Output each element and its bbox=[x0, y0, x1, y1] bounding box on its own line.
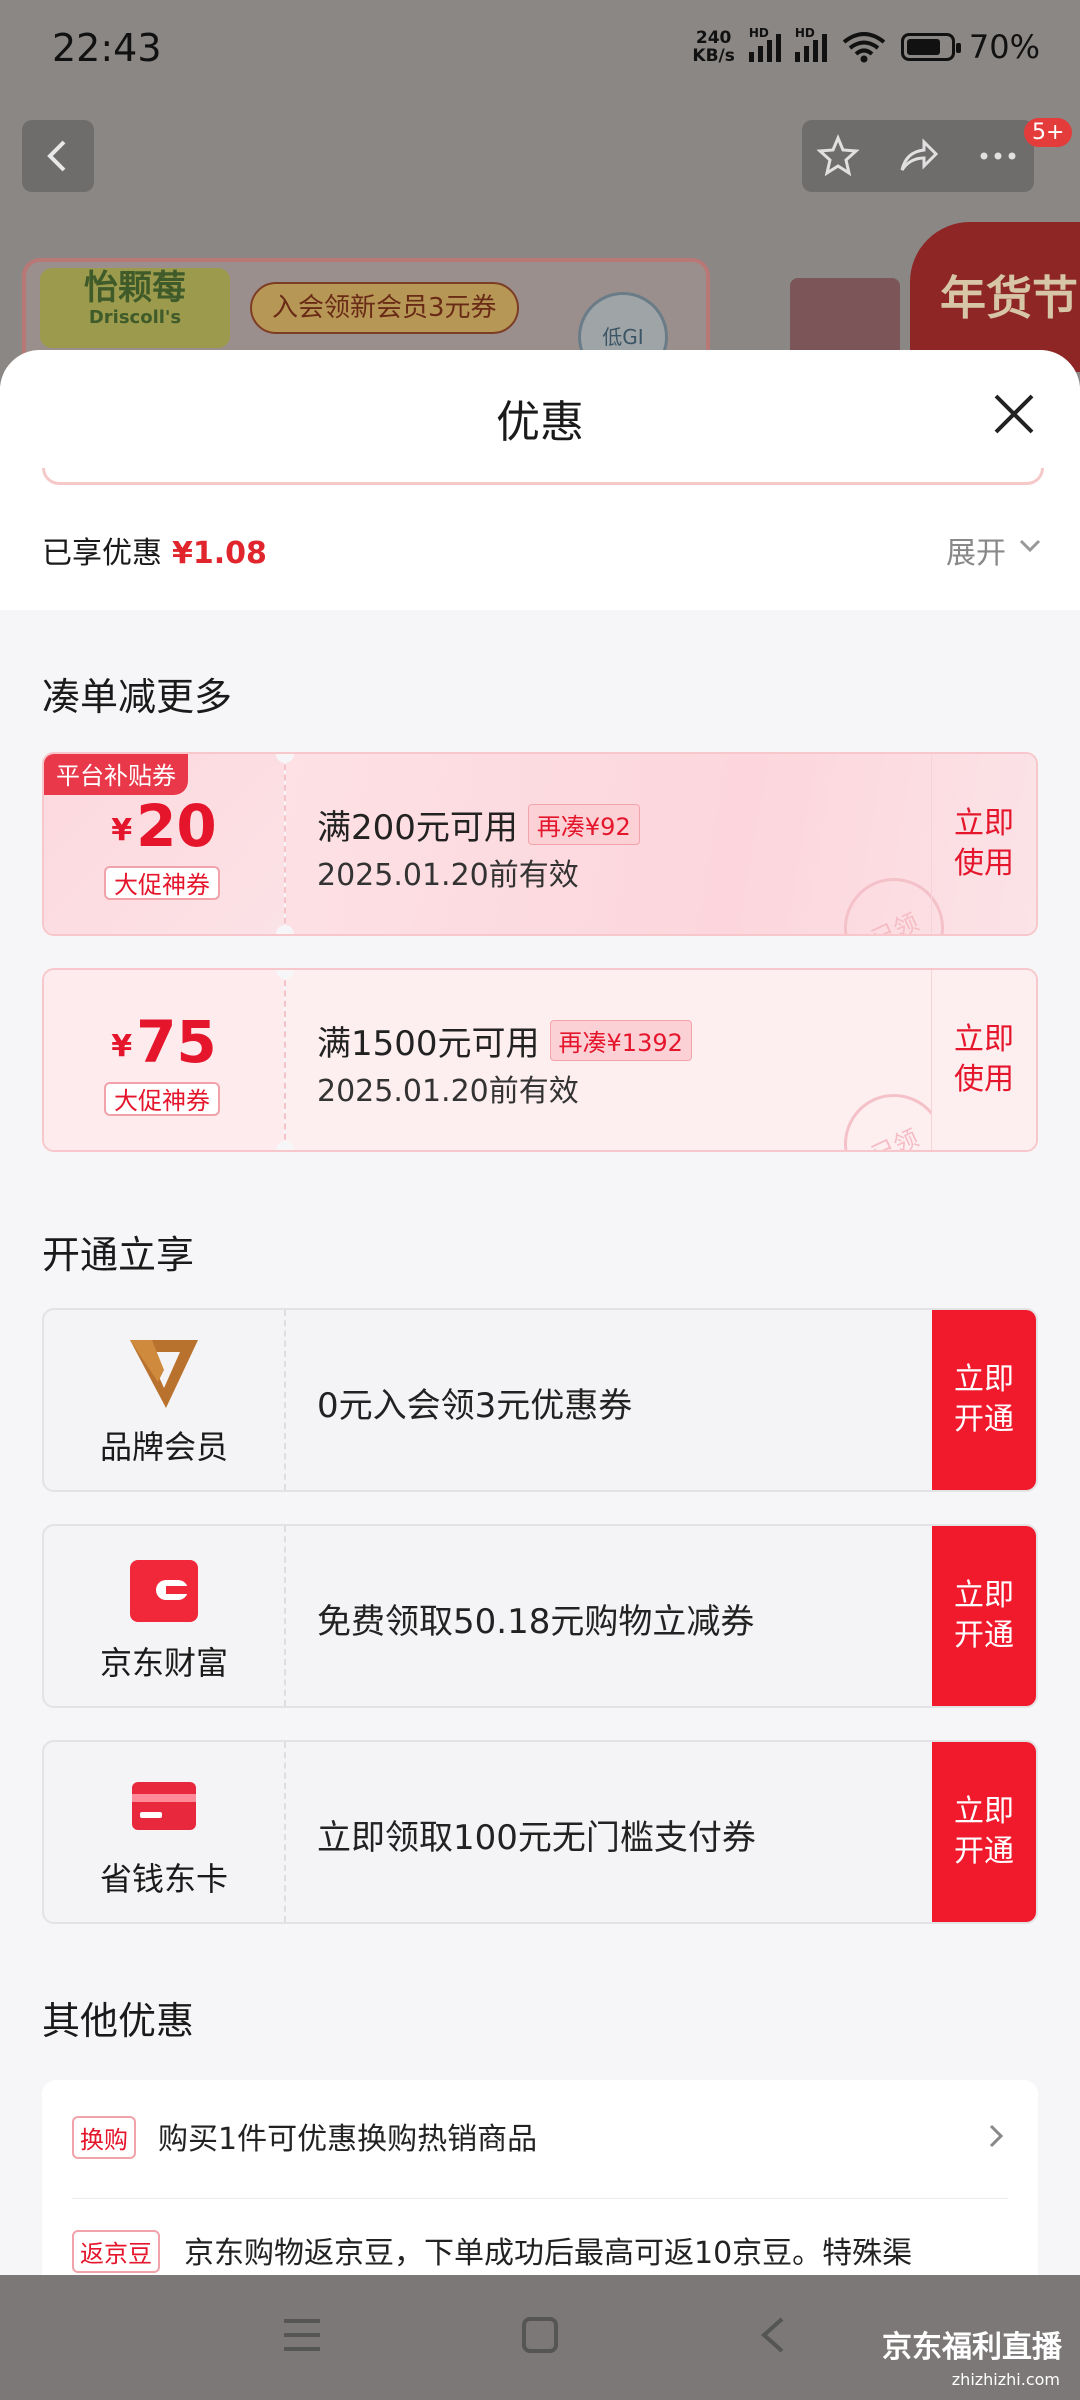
notification-badge: 5+ bbox=[1024, 118, 1073, 147]
discount-sheet: 优惠 已享优惠 ¥1.08 展开 凑单减更多 平台补贴券 ¥20 大促神券 满20… bbox=[0, 350, 1080, 2275]
use-now-button[interactable]: 立即使用 bbox=[931, 970, 1036, 1150]
coupon-condition: 满200元可用 再凑¥92 bbox=[317, 800, 640, 849]
chevron-down-icon[interactable] bbox=[1018, 538, 1042, 554]
open-card-desc: 立即领取100元无门槛支付券 bbox=[317, 1818, 756, 1858]
close-icon[interactable] bbox=[990, 390, 1038, 438]
open-now-button[interactable]: 立即开通 bbox=[932, 1526, 1036, 1706]
more-icon[interactable] bbox=[976, 134, 1020, 178]
chevron-left-icon bbox=[47, 140, 66, 172]
signal-icon-2: HD bbox=[794, 26, 827, 62]
watermark-site: zhizhizhi.com bbox=[951, 2370, 1060, 2389]
previous-card-edge bbox=[42, 468, 1044, 485]
coupon-card[interactable]: ¥75 大促神券 满1500元可用 再凑¥1392 2025.01.20前有效 已… bbox=[42, 968, 1038, 1152]
wifi-icon bbox=[842, 32, 886, 63]
platform-subsidy-tag: 平台补贴券 bbox=[44, 754, 188, 795]
offer-text[interactable]: 京东购物返京豆，下单成功后最高可返10京豆。特殊渠 bbox=[184, 2228, 912, 2272]
status-icons: 240 KB/s HD HD 70% bbox=[692, 26, 1040, 66]
signal-icon: HD bbox=[748, 26, 781, 62]
open-card-brand-member[interactable]: 品牌会员 0元入会领3元优惠券 立即开通 bbox=[42, 1308, 1038, 1492]
open-card-savings-card[interactable]: 省钱东卡 立即领取100元无门槛支付券 立即开通 bbox=[42, 1740, 1038, 1924]
offer-tag: 换购 bbox=[72, 2116, 136, 2159]
coupon-condition: 满1500元可用 再凑¥1392 bbox=[317, 1016, 692, 1065]
status-time: 22:43 bbox=[52, 26, 162, 70]
star-icon[interactable] bbox=[816, 134, 860, 178]
add-more-tag: 再凑¥1392 bbox=[549, 1020, 692, 1061]
open-card-jd-finance[interactable]: 京东财富 免费领取50.18元购物立减券 立即开通 bbox=[42, 1524, 1038, 1708]
share-icon[interactable] bbox=[896, 134, 940, 178]
saved-discount: 已享优惠 ¥1.08 bbox=[42, 536, 267, 571]
open-card-label: 京东财富 bbox=[99, 1644, 228, 1682]
home-square-icon[interactable] bbox=[520, 2315, 560, 2355]
top-action-bar bbox=[802, 120, 1034, 192]
coupon-amount: ¥20 bbox=[111, 792, 217, 860]
open-now-button[interactable]: 立即开通 bbox=[932, 1742, 1036, 1922]
open-card-label: 省钱东卡 bbox=[99, 1860, 228, 1898]
chevron-right-icon[interactable] bbox=[986, 2122, 1006, 2150]
promo-tag: 大促神券 bbox=[104, 866, 220, 900]
menu-icon[interactable] bbox=[282, 2317, 322, 2353]
back-triangle-icon[interactable] bbox=[758, 2315, 788, 2355]
add-more-tag: 再凑¥92 bbox=[527, 804, 640, 845]
offer-text[interactable]: 购买1件可优惠换购热销商品 bbox=[158, 2114, 537, 2158]
brand-member-v-icon bbox=[130, 1340, 198, 1408]
promo-tag: 大促神券 bbox=[104, 1082, 220, 1116]
saved-amount: ¥1.08 bbox=[172, 536, 267, 571]
sheet-title: 优惠 bbox=[496, 397, 584, 448]
shop-logo: 怡颗莓 Driscoll's bbox=[40, 268, 230, 348]
coupon-validity: 2025.01.20前有效 bbox=[317, 1074, 579, 1109]
coupon-amount: ¥75 bbox=[111, 1008, 217, 1076]
network-speed: 240 KB/s bbox=[692, 28, 735, 66]
section-title-combine: 凑单减更多 bbox=[42, 675, 233, 719]
open-now-button[interactable]: 立即开通 bbox=[932, 1310, 1036, 1490]
other-offers-card: 换购 购买1件可优惠换购热销商品 返京豆 京东购物返京豆，下单成功后最高可返10… bbox=[42, 2080, 1038, 2275]
battery-icon bbox=[900, 33, 961, 61]
coupon-card[interactable]: 平台补贴券 ¥20 大促神券 满200元可用 再凑¥92 2025.01.20前有… bbox=[42, 752, 1038, 936]
battery-percent: 70% bbox=[968, 28, 1040, 66]
open-card-desc: 0元入会领3元优惠券 bbox=[317, 1386, 633, 1426]
section-title-other: 其他优惠 bbox=[42, 1999, 195, 2043]
use-now-button[interactable]: 立即使用 bbox=[931, 754, 1036, 934]
back-button[interactable] bbox=[22, 120, 94, 192]
open-card-desc: 免费领取50.18元购物立减券 bbox=[317, 1602, 755, 1642]
expand-button[interactable]: 展开 bbox=[946, 528, 1006, 572]
offer-tag: 返京豆 bbox=[72, 2230, 160, 2273]
coupon-validity: 2025.01.20前有效 bbox=[317, 858, 579, 893]
section-title-open: 开通立享 bbox=[42, 1233, 195, 1277]
status-bar: 22:43 240 KB/s HD HD 70% bbox=[0, 0, 1080, 100]
new-member-pill[interactable]: 入会领新会员3元券 bbox=[250, 282, 519, 334]
watermark-text: 京东福利直播 bbox=[882, 2330, 1062, 2365]
savings-card-icon bbox=[132, 1782, 196, 1830]
open-card-label: 品牌会员 bbox=[99, 1428, 228, 1466]
jd-finance-wallet-icon bbox=[130, 1560, 198, 1622]
